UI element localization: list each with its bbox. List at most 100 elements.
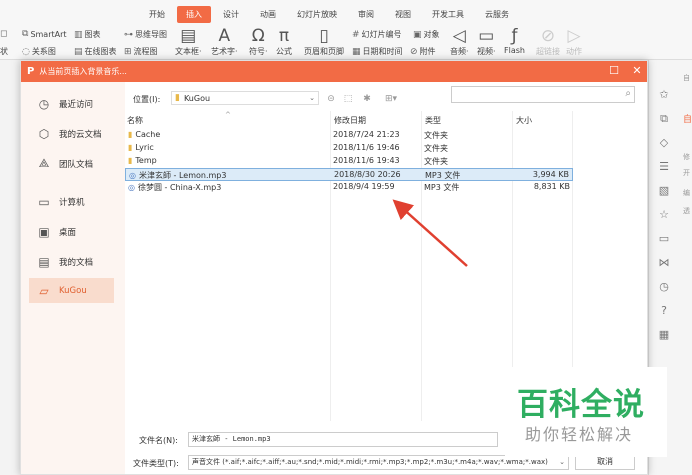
new-folder-icon[interactable]: ✱ xyxy=(361,93,373,105)
flowchart-button[interactable]: ⊞ 流程图 xyxy=(124,46,158,57)
file-type: MP3 文件 xyxy=(425,171,461,180)
dialog-sidebar: ◷ 最近访问 ⬡ 我的云文档 ⟁ 团队文档 ▭ 计算机 ▣ 桌面 ▤ 我的文档 ▱ KuGou xyxy=(21,82,125,474)
tab-1[interactable]: 插入 xyxy=(177,6,211,23)
up-folder-icon[interactable]: ⬚ xyxy=(342,93,354,105)
sidebar-item-cloud-docs[interactable]: ⬡ 我的云文档 xyxy=(29,121,114,146)
wps-logo-icon: P xyxy=(27,66,35,77)
file-row[interactable]: ▮ Lyric 2018/11/6 19:46 文件夹 xyxy=(125,142,573,155)
sidebar-item-team-docs[interactable]: ⟁ 团队文档 xyxy=(29,151,114,176)
right-pane-text: 修 xyxy=(683,153,690,161)
pi-icon: π xyxy=(278,26,290,46)
relation-button[interactable]: ◌ 关系图 xyxy=(22,46,56,57)
search-icon: ⌕ xyxy=(625,88,631,99)
column-header-type[interactable]: 类型 xyxy=(425,115,441,126)
sidebar-item-kugou[interactable]: ▱ KuGou xyxy=(29,278,114,303)
tab-2[interactable]: 设计 xyxy=(214,6,248,23)
sliders-icon[interactable]: ☰ xyxy=(657,160,671,174)
textbox-button[interactable]: ▤ 文本框· xyxy=(175,27,202,57)
right-pane-text: 自 xyxy=(683,115,692,125)
ribbon-left-cut-bottom[interactable]: 状 xyxy=(0,46,8,57)
file-modified: 2018/11/6 19:46 xyxy=(333,143,400,152)
file-row[interactable]: ▮ Temp 2018/11/6 19:43 文件夹 xyxy=(125,155,573,168)
tab-4[interactable]: 幻灯片放映 xyxy=(288,6,346,23)
object-icon: ▣ xyxy=(413,29,422,40)
ribbon-tabs: 开始 插入 设计 动画 幻灯片放映 审阅 视图 开发工具 云服务 xyxy=(140,6,521,23)
formula-button[interactable]: π 公式 xyxy=(276,27,292,57)
flowchart-icon: ⊞ xyxy=(124,46,132,57)
star-icon[interactable]: ✩ xyxy=(657,88,671,102)
video-button[interactable]: ▭ 视频· xyxy=(477,27,496,57)
file-type: 文件夹 xyxy=(424,144,448,153)
folder-icon: ▮ xyxy=(175,93,180,103)
history-icon[interactable]: ◷ xyxy=(657,280,671,294)
sidebar-item-recent[interactable]: ◷ 最近访问 xyxy=(29,91,114,116)
ribbon-left-cut-top[interactable]: ◻ xyxy=(0,29,9,39)
favorite-icon[interactable]: ☆ xyxy=(657,208,671,222)
back-icon[interactable]: ⊝ xyxy=(325,93,337,105)
filename-input[interactable]: 米津玄師 - Lemon.mp3 xyxy=(188,432,498,447)
header-footer-icon: ▯ xyxy=(319,26,329,46)
tab-6[interactable]: 视图 xyxy=(386,6,420,23)
sidebar-item-computer[interactable]: ▭ 计算机 xyxy=(29,189,114,214)
music-file-icon: ◎ xyxy=(129,171,136,180)
wordart-button[interactable]: A 艺术字· xyxy=(211,27,238,57)
chart-button[interactable]: ▥ 图表 xyxy=(74,29,101,40)
file-row[interactable]: ▮ Cache 2018/7/24 21:23 文件夹 xyxy=(125,129,573,142)
symbol-button[interactable]: Ω 符号· xyxy=(249,27,268,57)
attachment-button[interactable]: ⊘ 附件 xyxy=(410,46,436,57)
view-menu-icon[interactable]: ⊞▾ xyxy=(381,93,401,105)
smartart-icon: ⧉ xyxy=(22,29,29,39)
file-type: 文件夹 xyxy=(424,157,448,166)
audio-button[interactable]: ◁ 音频· xyxy=(450,27,469,57)
mindmap-icon: ⊶ xyxy=(124,29,133,40)
mindmap-button[interactable]: ⊶ 思维导图 xyxy=(124,29,167,40)
dialog-title: 从当前页插入背景音乐... xyxy=(39,67,127,76)
box-icon[interactable]: ▭ xyxy=(657,232,671,246)
share-icon[interactable]: ⋈ xyxy=(657,256,671,270)
tab-5[interactable]: 审阅 xyxy=(349,6,383,23)
watermark-title: 百科全说 xyxy=(517,387,645,423)
gallery-icon[interactable]: ▧ xyxy=(657,184,671,198)
close-icon[interactable]: ✕ xyxy=(630,64,644,78)
tab-3[interactable]: 动画 xyxy=(251,6,285,23)
smartart-button[interactable]: ⧉ SmartArt xyxy=(22,29,67,39)
monitor-icon: ▭ xyxy=(38,194,50,209)
column-header-size[interactable]: 大小 xyxy=(516,115,532,126)
file-row[interactable]: ◎ 米津玄師 - Lemon.mp3 2018/8/30 20:26 MP3 文件 3,… xyxy=(125,168,573,181)
online-chart-button[interactable]: ▤ 在线图表 xyxy=(74,46,117,57)
flash-icon: ƒ xyxy=(511,26,518,46)
grid-icon[interactable]: ▦ xyxy=(657,328,671,342)
date-time-button[interactable]: ▦ 日期和时间 xyxy=(352,46,403,57)
copy-icon[interactable]: ⧉ xyxy=(657,112,671,126)
location-label: 位置(I): xyxy=(133,95,161,104)
filetype-select[interactable]: 声音文件 (*.aif;*.aifc;*.aiff;*.au;*.snd;*.m… xyxy=(188,455,569,470)
wordart-icon: A xyxy=(218,26,231,46)
file-type: MP3 文件 xyxy=(424,183,460,192)
location-select[interactable]: ▮ KuGou ⌄ xyxy=(171,91,319,105)
file-row[interactable]: ◎ 徐梦圆 - China-X.mp3 2018/9/4 19:59 MP3 文件 8,… xyxy=(125,181,573,194)
search-input[interactable]: ⌕ xyxy=(451,86,635,103)
file-name: ◎ 徐梦圆 - China-X.mp3 xyxy=(128,183,222,192)
sidebar-item-my-documents[interactable]: ▤ 我的文档 xyxy=(29,249,114,274)
file-modified: 2018/9/4 19:59 xyxy=(333,182,395,191)
maximize-icon[interactable]: ☐ xyxy=(607,64,621,78)
slide-number-button[interactable]: # 幻灯片编号 xyxy=(352,29,402,40)
column-header-name[interactable]: 名称 xyxy=(127,115,143,126)
tab-7[interactable]: 开发工具 xyxy=(423,6,473,23)
column-header-modified[interactable]: 修改日期 xyxy=(334,115,366,126)
tab-8[interactable]: 云服务 xyxy=(476,6,518,23)
header-footer-button[interactable]: ▯ 页眉和页脚 xyxy=(304,27,344,57)
file-name: ▮ Temp xyxy=(128,156,157,165)
dialog-titlebar[interactable]: P 从当前页插入背景音乐... ☐ ✕ xyxy=(21,61,647,82)
action-button[interactable]: ▷ 动作 xyxy=(566,27,582,57)
clock-icon: ◷ xyxy=(38,96,50,111)
help-icon[interactable]: ? xyxy=(657,304,671,318)
sidebar-item-desktop[interactable]: ▣ 桌面 xyxy=(29,219,114,244)
tab-0[interactable]: 开始 xyxy=(140,6,174,23)
flash-button[interactable]: ƒ Flash xyxy=(504,27,525,55)
filetype-label: 文件类型(T): xyxy=(133,459,179,468)
shape-icon[interactable]: ◇ xyxy=(657,136,671,150)
hyperlink-button[interactable]: ⊘ 超链接 xyxy=(536,27,560,57)
filename-label: 文件名(N): xyxy=(139,436,178,445)
object-button[interactable]: ▣ 对象 xyxy=(413,29,440,40)
